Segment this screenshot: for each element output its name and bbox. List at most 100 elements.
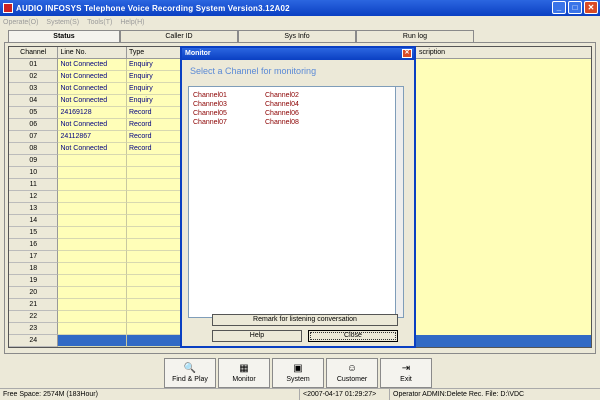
channel-cell: 24 bbox=[9, 335, 59, 347]
channel-list[interactable]: Channel01 Channel03 Channel05 Channel07 Cha… bbox=[188, 86, 402, 318]
system-label: System bbox=[286, 376, 310, 383]
channel-list-item[interactable]: Channel07 bbox=[193, 118, 227, 127]
channel-list-item[interactable]: Channel03 bbox=[193, 100, 227, 109]
bottom-toolbar: 🔍 Find & Play ▦ Monitor ▣ System ☺ Custo… bbox=[164, 358, 432, 388]
help-button[interactable]: Help bbox=[212, 330, 302, 342]
line-no-cell: Not Connected bbox=[58, 59, 127, 71]
channel-cell: 02 bbox=[9, 71, 59, 83]
channel-cell: 06 bbox=[9, 119, 59, 131]
line-no-cell bbox=[58, 227, 127, 239]
line-no-cell bbox=[58, 179, 127, 191]
channel-list-item[interactable]: Channel06 bbox=[265, 109, 299, 118]
tab-run-log[interactable]: Run log bbox=[356, 30, 474, 42]
channel-cell: 12 bbox=[9, 191, 59, 203]
line-no-cell bbox=[58, 251, 127, 263]
monitor-icon: ▦ bbox=[239, 363, 249, 374]
channel-cell: 05 bbox=[9, 107, 59, 119]
tab-strip: Status Caller ID Sys Info Run log bbox=[8, 30, 474, 42]
line-no-cell bbox=[58, 215, 127, 227]
channel-cell: 07 bbox=[9, 131, 59, 143]
tab-status[interactable]: Status bbox=[8, 30, 120, 42]
header-channel: Channel bbox=[9, 47, 59, 58]
line-no-cell bbox=[58, 287, 127, 299]
header-line-no: Line No. bbox=[58, 47, 127, 58]
line-no-cell bbox=[58, 203, 127, 215]
customer-button[interactable]: ☺ Customer bbox=[326, 358, 378, 388]
window-title: AUDIO INFOSYS Telephone Voice Recording … bbox=[16, 3, 290, 13]
tab-caller-id[interactable]: Caller ID bbox=[120, 30, 238, 42]
menu-system[interactable]: System(S) bbox=[46, 19, 79, 26]
line-no-cell: Not Connected bbox=[58, 119, 127, 131]
line-no-cell: Not Connected bbox=[58, 143, 127, 155]
channel-cell: 19 bbox=[9, 275, 59, 287]
channel-list-item[interactable]: Channel02 bbox=[265, 91, 299, 100]
channel-cell: 18 bbox=[9, 263, 59, 275]
tab-sys-info[interactable]: Sys Info bbox=[238, 30, 356, 42]
monitor-button[interactable]: ▦ Monitor bbox=[218, 358, 270, 388]
line-no-cell: Not Connected bbox=[58, 95, 127, 107]
channel-cell: 14 bbox=[9, 215, 59, 227]
channel-cell: 23 bbox=[9, 323, 59, 335]
channel-list-item[interactable]: Channel08 bbox=[265, 118, 299, 127]
description-column: scription bbox=[410, 46, 592, 348]
channel-cell: 11 bbox=[9, 179, 59, 191]
channel-cell: 03 bbox=[9, 83, 59, 95]
free-space-status: Free Space: 2574M (183Hour) bbox=[0, 389, 300, 400]
magnifier-icon: 🔍 bbox=[183, 363, 197, 374]
app-icon bbox=[3, 3, 13, 13]
exit-button[interactable]: ⇥ Exit bbox=[380, 358, 432, 388]
channel-list-scrollbar[interactable] bbox=[395, 86, 404, 318]
line-no-cell bbox=[58, 275, 127, 287]
maximize-button[interactable]: □ bbox=[568, 1, 582, 14]
channel-cell: 09 bbox=[9, 155, 59, 167]
line-no-cell bbox=[58, 311, 127, 323]
header-description: scription bbox=[411, 47, 591, 59]
channel-list-item[interactable]: Channel01 bbox=[193, 91, 227, 100]
menu-tools[interactable]: Tools(T) bbox=[87, 19, 112, 26]
find-play-label: Find & Play bbox=[172, 376, 208, 383]
find-play-button[interactable]: 🔍 Find & Play bbox=[164, 358, 216, 388]
channel-cell: 16 bbox=[9, 239, 59, 251]
remark-button[interactable]: Remark for listening conversation bbox=[212, 314, 398, 326]
menu-help[interactable]: Help(H) bbox=[120, 19, 144, 26]
channel-cell: 08 bbox=[9, 143, 59, 155]
channel-cell: 15 bbox=[9, 227, 59, 239]
channel-cell: 22 bbox=[9, 311, 59, 323]
menu-operate[interactable]: Operate(O) bbox=[3, 19, 38, 26]
line-no-cell: Not Connected bbox=[58, 83, 127, 95]
selected-row-highlight bbox=[411, 335, 591, 347]
line-no-cell bbox=[58, 167, 127, 179]
close-button[interactable]: Close bbox=[308, 330, 398, 342]
monitor-dialog: Monitor ✕ Select a Channel for monitorin… bbox=[180, 46, 416, 348]
monitor-dialog-title: Monitor ✕ bbox=[182, 48, 414, 60]
line-no-cell bbox=[58, 263, 127, 275]
channel-list-item[interactable]: Channel05 bbox=[193, 109, 227, 118]
channel-cell: 04 bbox=[9, 95, 59, 107]
monitor-label: Monitor bbox=[232, 376, 256, 383]
channel-cell: 10 bbox=[9, 167, 59, 179]
line-no-cell: 24169128 bbox=[58, 107, 127, 119]
channel-cell: 20 bbox=[9, 287, 59, 299]
customer-label: Customer bbox=[336, 376, 368, 383]
channel-cell: 01 bbox=[9, 59, 59, 71]
line-no-cell bbox=[58, 191, 127, 203]
line-no-cell bbox=[58, 335, 127, 347]
line-no-cell bbox=[58, 299, 127, 311]
channel-cell: 13 bbox=[9, 203, 59, 215]
channel-list-item[interactable]: Channel04 bbox=[265, 100, 299, 109]
monitor-heading: Select a Channel for monitoring bbox=[190, 66, 317, 76]
datetime-status: <2007-04-17 01:29:27> bbox=[300, 389, 390, 400]
close-dialog-icon[interactable]: ✕ bbox=[402, 49, 412, 58]
exit-icon: ⇥ bbox=[401, 363, 411, 374]
close-window-button[interactable]: ✕ bbox=[584, 1, 598, 14]
system-button[interactable]: ▣ System bbox=[272, 358, 324, 388]
channel-cell: 17 bbox=[9, 251, 59, 263]
line-no-cell: 24112867 bbox=[58, 131, 127, 143]
exit-label: Exit bbox=[400, 376, 412, 383]
line-no-cell: Not Connected bbox=[58, 71, 127, 83]
channel-cell: 21 bbox=[9, 299, 59, 311]
title-bar: AUDIO INFOSYS Telephone Voice Recording … bbox=[0, 0, 600, 16]
line-no-cell bbox=[58, 155, 127, 167]
monitor-title-text: Monitor bbox=[185, 50, 211, 57]
minimize-button[interactable]: _ bbox=[552, 1, 566, 14]
